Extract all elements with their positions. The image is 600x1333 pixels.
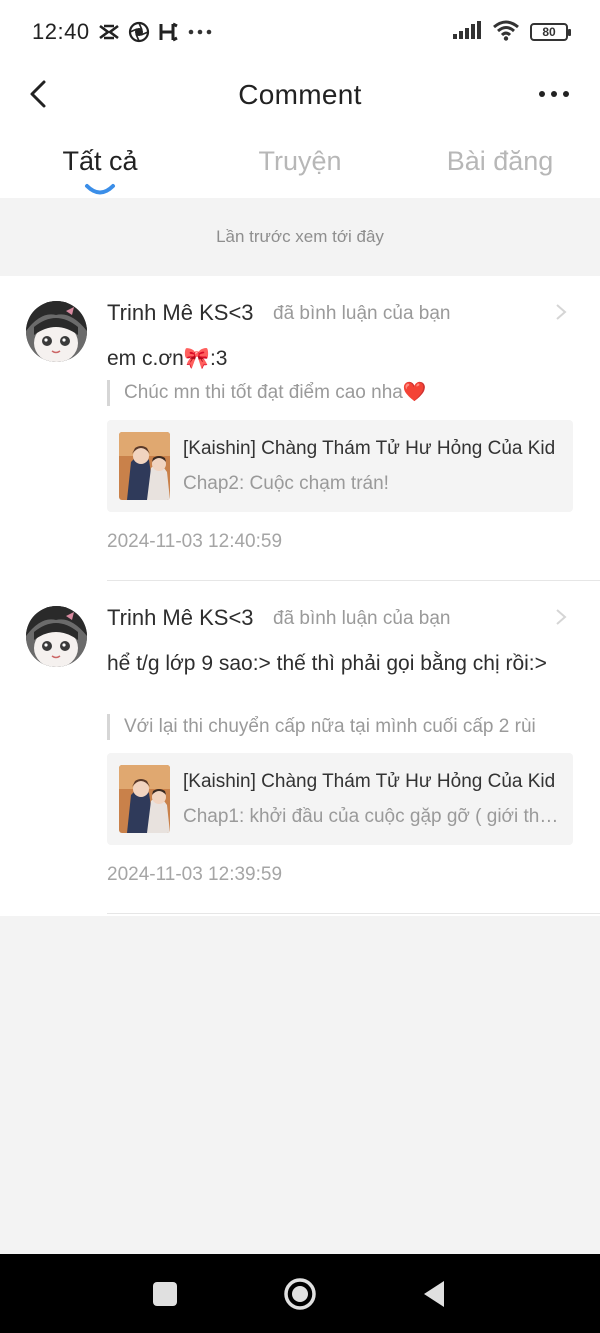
tab-all[interactable]: Tất cả [0, 126, 200, 198]
battery-level: 80 [542, 25, 556, 39]
story-card[interactable]: [Kaishin] Chàng Thám Tử Hư Hỏng Của Kid … [107, 753, 573, 845]
more-dot [563, 91, 569, 97]
tab-all-label: Tất cả [62, 146, 138, 176]
story-cover-image [119, 432, 170, 500]
avatar[interactable] [26, 301, 87, 362]
tab-posts[interactable]: Bài đăng [400, 126, 600, 198]
commenter-name[interactable]: Trinh Mê KS<3 [107, 605, 254, 631]
last-viewed-notice: Lần trước xem tới đây [0, 198, 600, 276]
signal-icon [452, 20, 482, 45]
tab-bar: Tất cả Truyện Bài đăng [0, 126, 600, 198]
chevron-right-icon[interactable] [554, 302, 568, 322]
commenter-name[interactable]: Trinh Mê KS<3 [107, 300, 254, 326]
more-options-button[interactable] [534, 82, 574, 106]
tab-stories-label: Truyện [258, 146, 342, 176]
more-dot [551, 91, 557, 97]
tab-active-indicator [85, 184, 115, 195]
reply-text: em c.ơn🎀:3 [107, 347, 228, 370]
back-button[interactable] [22, 76, 54, 112]
camera-aperture-icon [128, 21, 150, 43]
comment-timestamp: 2024-11-03 12:39:59 [107, 864, 283, 885]
system-nav-bar [0, 1254, 600, 1333]
comment-action-text: đã bình luận của bạn [273, 303, 451, 324]
quoted-comment: Với lại thi chuyển cấp nữa tại mình cuối… [107, 714, 536, 740]
tab-stories[interactable]: Truyện [200, 126, 400, 198]
h-app-icon [158, 22, 180, 42]
back-nav-button[interactable] [414, 1274, 454, 1314]
wifi-icon [492, 19, 520, 46]
list-item[interactable]: Trinh Mê KS<3 đã bình luận của bạn hể t/… [0, 581, 600, 914]
battery-icon: 80 [530, 23, 571, 41]
chevron-left-icon [30, 80, 46, 108]
avatar[interactable] [26, 606, 87, 667]
app-header: Comment [0, 64, 600, 126]
home-circle-icon [284, 1278, 316, 1310]
chapter-title: Chap2: Cuộc chạm trán! [183, 473, 389, 494]
status-bar: 12:40 80 [0, 0, 600, 64]
divider [107, 913, 600, 914]
story-card[interactable]: [Kaishin] Chàng Thám Tử Hư Hỏng Của Kid … [107, 420, 573, 512]
comment-action-text: đã bình luận của bạn [273, 608, 451, 629]
story-title: [Kaishin] Chàng Thám Tử Hư Hỏng Của Kid [183, 438, 556, 459]
comment-list: Trinh Mê KS<3 đã bình luận của bạn em c.… [0, 276, 600, 916]
recents-button[interactable] [145, 1274, 185, 1314]
tab-posts-label: Bài đăng [446, 146, 554, 176]
recents-square-icon [153, 1282, 177, 1306]
capcut-icon [98, 23, 120, 41]
page-title: Comment [238, 79, 362, 110]
more-dots-icon [188, 29, 212, 35]
more-horizontal-icon [539, 91, 545, 97]
back-triangle-icon [424, 1281, 444, 1307]
quoted-comment: Chúc mn thi tốt đạt điểm cao nha❤️ [107, 380, 426, 406]
chapter-title: Chap1: khởi đầu của cuộc gặp gỡ ( giới t… [183, 806, 561, 827]
status-app-icons [98, 21, 212, 43]
status-time: 12:40 [32, 19, 90, 44]
home-button[interactable] [280, 1274, 320, 1314]
story-cover-image [119, 765, 170, 833]
chevron-right-icon[interactable] [554, 607, 568, 627]
comment-timestamp: 2024-11-03 12:40:59 [107, 531, 283, 552]
list-item[interactable]: Trinh Mê KS<3 đã bình luận của bạn em c.… [0, 276, 600, 608]
story-title: [Kaishin] Chàng Thám Tử Hư Hỏng Của Kid [183, 771, 556, 792]
reply-text: hể t/g lớp 9 sao:> thế thì phải gọi bằng… [107, 652, 547, 675]
